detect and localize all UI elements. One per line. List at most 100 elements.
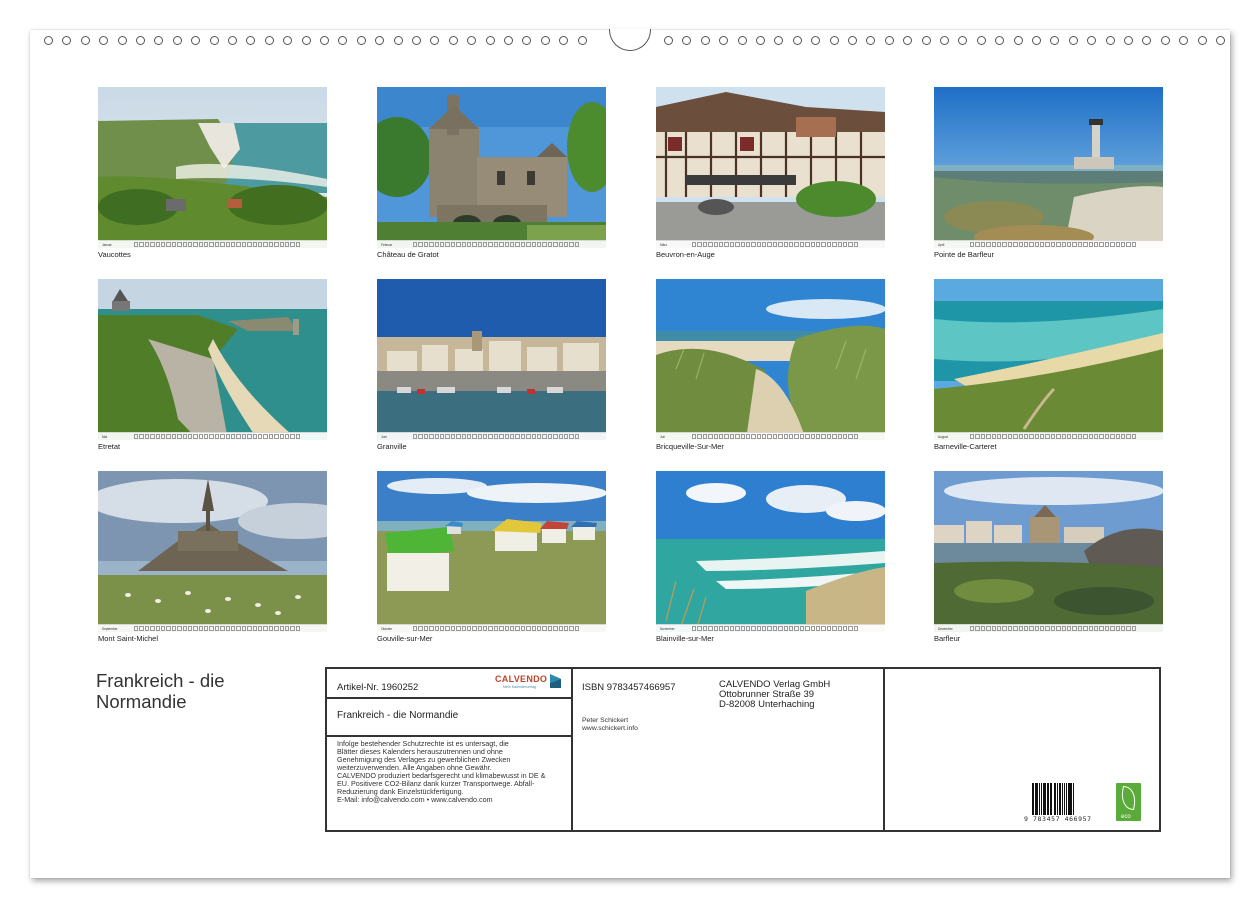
month-day-strip: Juni — [377, 432, 606, 440]
month-photo-castle: Februar — [377, 87, 606, 248]
binding-ring-icon — [1179, 36, 1189, 45]
binding-ring-icon — [664, 36, 673, 45]
hanger-hook-icon — [609, 29, 651, 51]
binding-ring-icon — [430, 36, 440, 45]
month-photo-beach-huts: Oktober — [377, 471, 606, 632]
day-grid — [413, 242, 580, 247]
author-website: www.schickert.info — [582, 725, 638, 732]
binding-ring-icon — [448, 36, 458, 45]
binding-ring-icon — [467, 36, 477, 45]
photo-caption: Etretat — [98, 442, 121, 451]
binding-ring-icon — [866, 36, 876, 45]
binding-ring-icon — [884, 36, 894, 45]
month-photo-cliffs: Mai — [98, 279, 327, 440]
isbn: ISBN 9783457466957 — [582, 682, 676, 693]
publisher-address: CALVENDO Verlag GmbH Ottobrunner Straße 3… — [719, 680, 830, 710]
month-photo-village: März — [656, 87, 885, 248]
day-grid — [134, 242, 301, 247]
binding-ring-icon — [283, 36, 293, 45]
binding-ring-icon — [540, 36, 550, 45]
month-label: Mai — [102, 434, 108, 439]
legal-notice: Infolge bestehender Schutzrechte ist es … — [337, 740, 545, 804]
day-grid — [970, 626, 1137, 631]
photo-caption: Blainville-sur-Mer — [656, 634, 714, 643]
imprint-title: Frankreich - die Normandie — [337, 710, 459, 721]
day-grid — [134, 434, 301, 439]
day-grid — [970, 242, 1137, 247]
photo-scene — [98, 87, 327, 248]
binding-ring-icon — [1087, 36, 1097, 45]
legal-line: E-Mail: info@calvendo.com • www.calvendo… — [337, 795, 493, 804]
binding-ring-icon — [522, 36, 532, 45]
binding-ring-icon — [504, 36, 513, 45]
photo-caption: Granville — [377, 442, 407, 451]
photo-scene — [656, 279, 885, 440]
binding-ring-icon — [191, 36, 201, 45]
binding-ring-icon — [700, 36, 710, 45]
month-day-strip: November — [656, 624, 885, 632]
calvendo-logo: CALVENDO Mein Kalenderverlag — [495, 673, 565, 693]
month-day-strip: April — [934, 240, 1163, 248]
photo-caption: Pointe de Barfleur — [934, 250, 995, 259]
binding-ring-icon — [792, 36, 802, 45]
binding-ring-icon — [246, 36, 256, 45]
binding-ring-icon — [958, 36, 968, 45]
day-grid — [970, 434, 1137, 439]
month-day-strip: Dezember — [934, 624, 1163, 632]
imprint-divider — [327, 697, 571, 699]
binding-ring-icon — [903, 36, 913, 45]
month-day-strip: Oktober — [377, 624, 606, 632]
imprint-box: Artikel-Nr. 1960252 CALVENDO Mein Kalend… — [325, 667, 1161, 832]
month-day-strip: Mai — [98, 432, 327, 440]
photo-scene — [377, 279, 606, 440]
imprint-divider — [327, 735, 571, 737]
month-photo-lighthouse: April — [934, 87, 1163, 248]
month-label: Februar — [381, 242, 393, 247]
spiral-binding — [30, 29, 1230, 52]
calvendo-tagline: Mein Kalenderverlag — [503, 685, 536, 689]
month-photo-rocky-port: Dezember — [934, 471, 1163, 632]
day-grid — [692, 626, 859, 631]
binding-ring-icon — [80, 36, 90, 45]
photo-caption: Barfleur — [934, 634, 961, 643]
imprint-divider — [571, 669, 573, 830]
binding-ring-icon — [485, 36, 495, 45]
binding-ring-icon — [682, 36, 692, 45]
article-number: Artikel-Nr. 1960252 — [337, 682, 419, 693]
binding-ring-icon — [1068, 36, 1078, 45]
binding-ring-icon — [393, 36, 403, 45]
binding-ring-icon — [375, 36, 385, 45]
binding-ring-icon — [1013, 36, 1023, 45]
binding-ring-icon — [1032, 36, 1041, 45]
ean-number: 9 783457 466957 — [1024, 815, 1092, 823]
month-label: April — [938, 242, 945, 247]
month-label: Januar — [102, 242, 112, 247]
binding-ring-icon — [976, 36, 986, 45]
month-label: Dezember — [938, 626, 953, 631]
photo-caption: Gouville-sur-Mer — [377, 634, 433, 643]
binding-ring-icon — [774, 36, 784, 45]
binding-ring-icon — [338, 36, 348, 45]
month-photo-abbey: September — [98, 471, 327, 632]
month-label: Juli — [660, 434, 665, 439]
photo-scene — [98, 471, 327, 632]
binding-ring-icon — [1216, 36, 1225, 45]
author-name: Peter Schickert — [582, 717, 629, 724]
binding-ring-icon — [301, 36, 311, 45]
calvendo-wordmark: CALVENDO — [495, 674, 548, 684]
imprint-divider — [883, 669, 885, 830]
month-photo-harbour: Juni — [377, 279, 606, 440]
day-grid — [413, 434, 580, 439]
binding-ring-icon — [356, 36, 366, 45]
photo-caption: Barneville-Carteret — [934, 442, 997, 451]
photo-scene — [934, 87, 1163, 248]
binding-ring-icon — [719, 36, 729, 45]
binding-ring-icon — [737, 36, 747, 45]
binding-ring-icon — [1160, 36, 1170, 45]
binding-ring-icon — [99, 36, 109, 45]
day-grid — [692, 242, 859, 247]
binding-ring-icon — [1050, 36, 1060, 45]
binding-ring-icon — [1142, 36, 1152, 45]
photo-caption: Mont Saint-Michel — [98, 634, 159, 643]
month-label: Juni — [381, 434, 387, 439]
